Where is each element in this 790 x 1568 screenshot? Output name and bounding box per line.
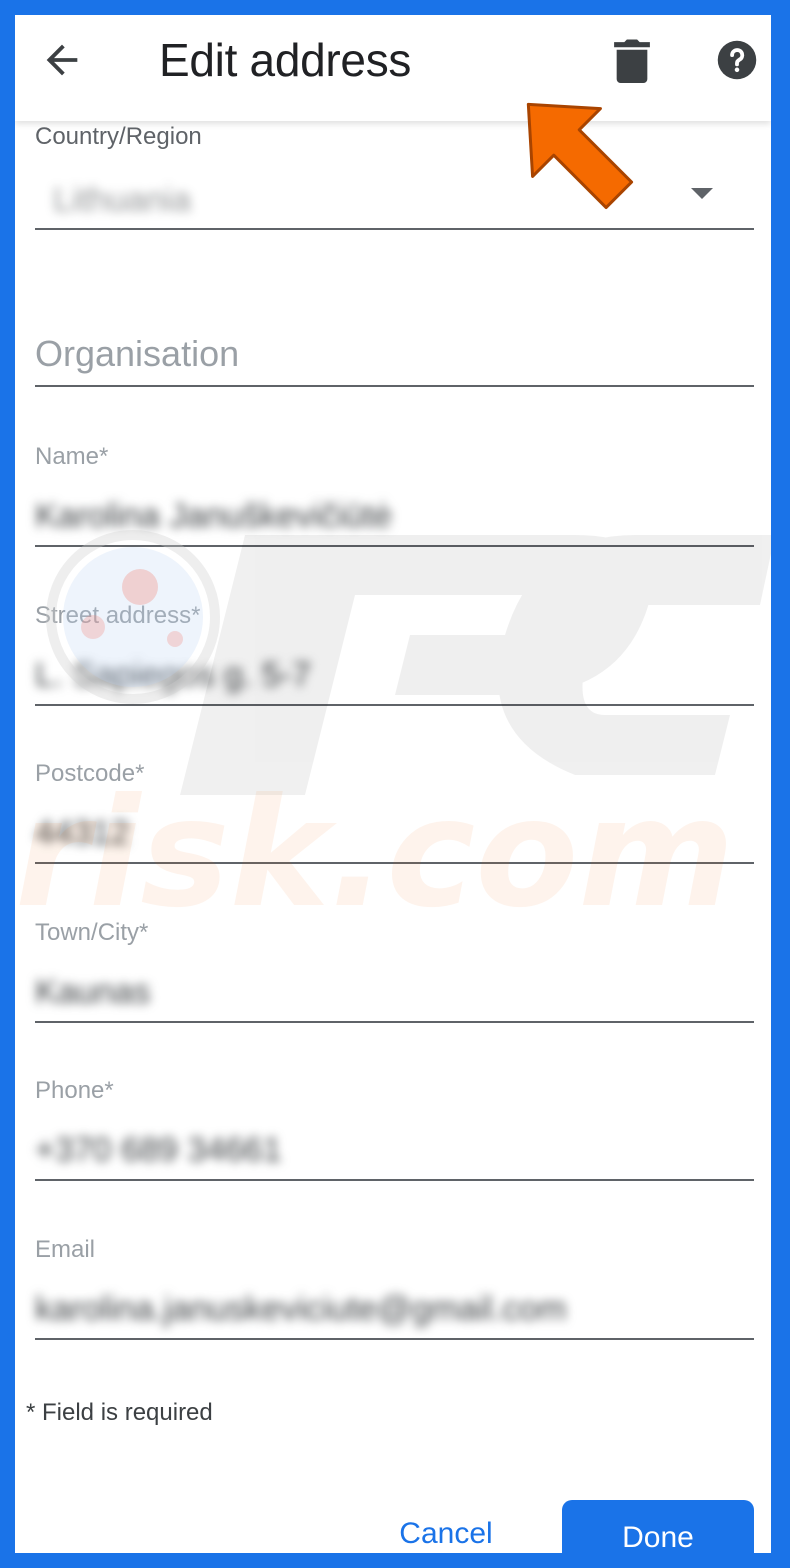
country-select[interactable]: Country/Region Lithuania bbox=[35, 123, 754, 231]
city-value: Kaunas bbox=[35, 973, 151, 1011]
cancel-button[interactable]: Cancel bbox=[381, 1517, 511, 1553]
email-underline bbox=[35, 1338, 754, 1340]
required-note: * Field is required bbox=[26, 1399, 213, 1426]
street-address-label: Street address* bbox=[35, 602, 201, 629]
email-field[interactable]: Email karolina.januskeviciute@gmail.com bbox=[35, 1236, 754, 1342]
done-button[interactable]: Done bbox=[562, 1500, 754, 1553]
postcode-underline bbox=[35, 862, 754, 864]
page-title: Edit address bbox=[159, 34, 412, 86]
postcode-label: Postcode* bbox=[35, 760, 145, 787]
name-value: Karolina Januškevičiūtė bbox=[35, 497, 393, 535]
country-value: Lithuania bbox=[53, 181, 192, 219]
street-address-field[interactable]: Street address* L. Sapiegos g. 5-7 bbox=[35, 602, 754, 708]
help-icon[interactable] bbox=[716, 39, 758, 81]
country-underline bbox=[35, 228, 754, 230]
email-label: Email bbox=[35, 1236, 96, 1263]
phone-underline bbox=[35, 1179, 754, 1181]
phone-value: +370 689 34661 bbox=[35, 1131, 282, 1169]
country-label: Country/Region bbox=[35, 123, 202, 150]
phone-label: Phone* bbox=[35, 1077, 114, 1104]
city-underline bbox=[35, 1021, 754, 1023]
postcode-field[interactable]: Postcode* 44312 bbox=[35, 760, 754, 866]
city-label: Town/City* bbox=[35, 919, 149, 946]
dropdown-arrow-icon[interactable] bbox=[691, 188, 713, 199]
email-value: karolina.januskeviciute@gmail.com bbox=[35, 1290, 567, 1328]
arrow-back-icon[interactable] bbox=[39, 37, 85, 83]
city-field[interactable]: Town/City* Kaunas bbox=[35, 919, 754, 1025]
phone-field[interactable]: Phone* +370 689 34661 bbox=[35, 1077, 754, 1183]
app-bar: Edit address bbox=[15, 15, 771, 121]
trash-icon[interactable] bbox=[611, 37, 653, 83]
street-address-value: L. Sapiegos g. 5-7 bbox=[35, 656, 311, 694]
postcode-value: 44312 bbox=[35, 814, 130, 852]
street-address-underline bbox=[35, 704, 754, 706]
organisation-placeholder: Organisation bbox=[35, 333, 240, 374]
organisation-underline bbox=[35, 385, 754, 387]
edit-address-screen: Edit address risk.com Country/Region Lit… bbox=[15, 15, 771, 1553]
organisation-field[interactable]: Organisation bbox=[35, 333, 754, 389]
name-label: Name* bbox=[35, 443, 109, 470]
name-underline bbox=[35, 545, 754, 547]
name-field[interactable]: Name* Karolina Januškevičiūtė bbox=[35, 443, 754, 549]
